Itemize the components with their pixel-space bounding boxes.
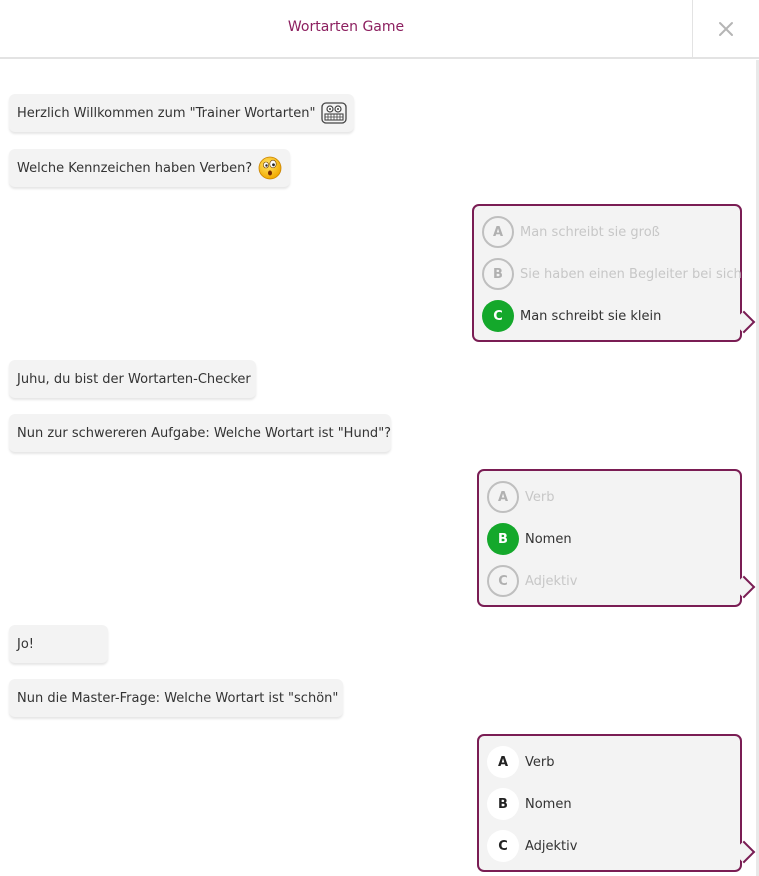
answer-option[interactable]: C Adjektiv bbox=[487, 564, 577, 598]
answer-option[interactable]: B Nomen bbox=[487, 522, 572, 556]
option-label: Verb bbox=[525, 754, 555, 770]
option-letter-badge: B bbox=[487, 523, 519, 555]
option-letter-badge: A bbox=[487, 481, 519, 513]
chat-message: Jo! bbox=[9, 625, 108, 663]
close-button[interactable] bbox=[692, 0, 759, 58]
option-label: Man schreibt sie groß bbox=[520, 224, 660, 240]
option-label: Sie haben einen Begleiter bei sich bbox=[520, 266, 742, 282]
option-label: Adjektiv bbox=[525, 838, 578, 854]
option-label: Man schreibt sie klein bbox=[520, 308, 662, 324]
chat-message: Nun die Master-Frage: Welche Wortart ist… bbox=[9, 679, 343, 717]
speech-tail bbox=[732, 310, 756, 334]
answer-option[interactable]: B Sie haben einen Begleiter bei sich bbox=[482, 257, 742, 291]
message-text: Juhu, du bist der Wortarten-Checker bbox=[17, 371, 251, 387]
answer-box: A Verb B Nomen C Adjektiv bbox=[477, 469, 756, 607]
speech-tail bbox=[732, 840, 756, 864]
answer-box: A Verb B Nomen C Adjektiv bbox=[477, 734, 756, 872]
option-letter-badge: C bbox=[482, 300, 514, 332]
chat-message: Nun zur schwereren Aufgabe: Welche Worta… bbox=[9, 414, 391, 452]
header: Wortarten Game bbox=[0, 0, 759, 59]
option-letter-badge: B bbox=[487, 788, 519, 820]
speech-tail bbox=[732, 575, 756, 599]
message-text: Herzlich Willkommen zum "Trainer Wortart… bbox=[17, 105, 316, 121]
option-letter-badge: B bbox=[482, 258, 514, 290]
message-text: Nun die Master-Frage: Welche Wortart ist… bbox=[17, 690, 339, 706]
answer-option[interactable]: C Man schreibt sie klein bbox=[482, 299, 661, 333]
message-text: Welche Kennzeichen haben Verben? bbox=[17, 160, 253, 176]
message-text: Nun zur schwereren Aufgabe: Welche Worta… bbox=[17, 425, 392, 441]
option-letter-badge: C bbox=[487, 830, 519, 862]
option-letter-badge: A bbox=[482, 216, 514, 248]
surprised-face-emoji-icon bbox=[258, 156, 282, 180]
teeth-face-emoji-icon bbox=[321, 102, 348, 124]
chat-message: Welche Kennzeichen haben Verben? bbox=[9, 149, 290, 187]
answer-box: A Man schreibt sie groß B Sie haben eine… bbox=[472, 204, 756, 342]
answer-option[interactable]: A Verb bbox=[487, 480, 554, 514]
answer-option[interactable]: A Verb bbox=[487, 745, 554, 779]
close-icon bbox=[719, 22, 733, 36]
option-label: Adjektiv bbox=[525, 573, 578, 589]
option-label: Nomen bbox=[525, 531, 572, 547]
answer-option[interactable]: A Man schreibt sie groß bbox=[482, 215, 660, 249]
option-letter-badge: A bbox=[487, 746, 519, 778]
option-label: Verb bbox=[525, 489, 555, 505]
page-title: Wortarten Game bbox=[287, 19, 405, 35]
option-letter-badge: C bbox=[487, 565, 519, 597]
answer-option[interactable]: B Nomen bbox=[487, 787, 572, 821]
answer-option[interactable]: C Adjektiv bbox=[487, 829, 577, 863]
chat-message: Juhu, du bist der Wortarten-Checker bbox=[9, 360, 256, 398]
option-label: Nomen bbox=[525, 796, 572, 812]
message-text: Jo! bbox=[17, 636, 34, 652]
chat-message: Herzlich Willkommen zum "Trainer Wortart… bbox=[9, 94, 354, 132]
